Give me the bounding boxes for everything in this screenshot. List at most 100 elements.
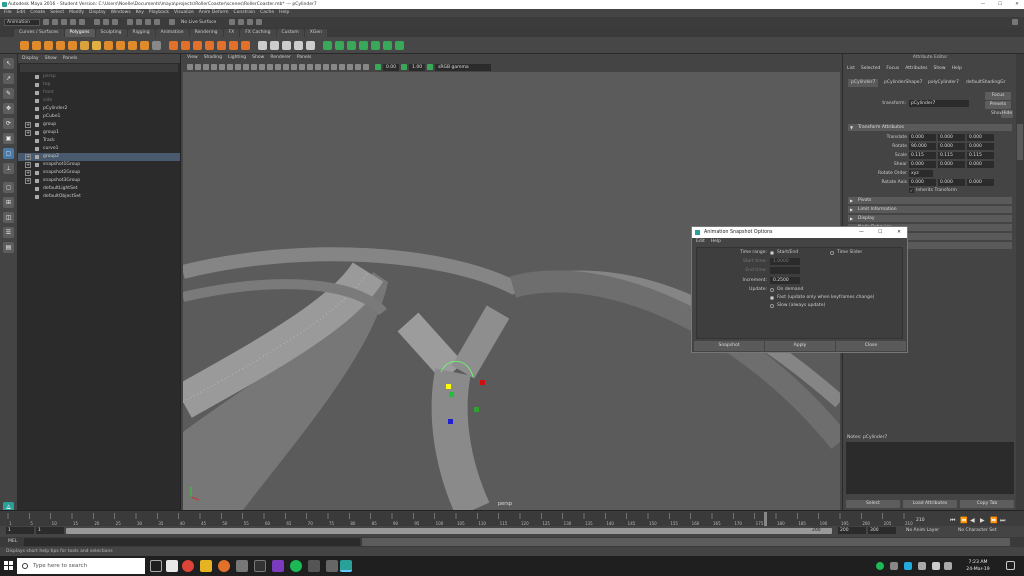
range-slider-bar[interactable] (66, 528, 832, 534)
render-settings-icon[interactable] (247, 19, 254, 25)
shelf-tool-icon[interactable] (371, 40, 380, 50)
character-set-select[interactable]: No Character Set (958, 527, 997, 535)
pen-tool-icon[interactable] (236, 560, 248, 572)
menu-file[interactable]: File (4, 9, 12, 17)
snap-curve-icon[interactable] (136, 19, 142, 25)
isolate-select-icon[interactable] (339, 64, 345, 70)
shelf-tool-icon[interactable] (140, 40, 149, 50)
safe-action-icon[interactable] (259, 64, 265, 70)
select-object-icon[interactable] (103, 19, 109, 25)
camera-select-icon[interactable] (187, 64, 193, 70)
ae-value-field[interactable]: 0.115 (967, 152, 994, 159)
shelf-tool-icon[interactable] (241, 40, 250, 50)
rotate-axis-field[interactable]: 0.000 (967, 179, 994, 186)
outliner-search-field[interactable] (20, 64, 178, 72)
minimize-button[interactable]: — (976, 0, 990, 9)
menu-help[interactable]: Help (279, 9, 289, 17)
gate-mask-icon[interactable] (243, 64, 249, 70)
scale-tool-icon[interactable]: ▣ (3, 133, 14, 144)
shelf-tool-icon[interactable] (80, 40, 89, 50)
chrome-icon[interactable] (182, 560, 194, 572)
menu-anim-deform[interactable]: Anim Deform (199, 9, 229, 17)
start-time-field[interactable]: 1 (6, 527, 34, 534)
shelf-tool-icon[interactable] (229, 40, 238, 50)
ae-value-field[interactable]: 0.000 (938, 161, 965, 168)
ae-menu-attributes[interactable]: Attributes (905, 65, 927, 73)
dialog-close-button[interactable]: ✕ (897, 227, 901, 238)
manipulator-red[interactable] (480, 380, 485, 385)
lights-icon[interactable] (299, 64, 305, 70)
focus-button[interactable]: Focus (985, 92, 1011, 100)
xray-icon[interactable] (347, 64, 353, 70)
dialog-menu-help[interactable]: Help (711, 238, 721, 245)
gamma-icon[interactable] (401, 64, 408, 70)
shelf-tool-icon[interactable] (128, 40, 137, 50)
outliner-item[interactable]: + group2 (18, 153, 180, 161)
volume-icon[interactable] (918, 562, 926, 570)
resolution-gate-icon[interactable] (235, 64, 241, 70)
taskbar-search-input[interactable]: Type here to search (17, 558, 145, 574)
shelf-tool-icon[interactable] (294, 40, 303, 50)
xray-joints-icon[interactable] (355, 64, 361, 70)
close-button[interactable]: ✕ (1010, 0, 1024, 9)
shelf-tab-polygons[interactable]: Polygons (64, 29, 95, 37)
shelf-tool-icon[interactable] (270, 40, 279, 50)
time-slider[interactable]: 1 5 10 15 20 25 30 35 40 45 50 55 60 65 70 75 80 85 90 95 10… (0, 510, 1024, 526)
shelf-tool-icon[interactable] (282, 40, 291, 50)
outliner-item[interactable]: persp (18, 73, 180, 81)
ae-section-limit-information[interactable]: Limit Information (848, 206, 1012, 213)
shelf-tool-icon[interactable] (92, 40, 101, 50)
shelf-tool-icon[interactable] (169, 40, 178, 50)
menu-visualize[interactable]: Visualize (174, 9, 194, 17)
outliner-item[interactable]: Track (18, 137, 180, 145)
ae-load-attributes-button[interactable]: Load Attributes (903, 500, 957, 508)
time-range-slider-radio[interactable] (830, 251, 834, 255)
viewport-menu-show[interactable]: Show (252, 54, 264, 62)
rotate-order-select[interactable]: xyz (909, 170, 933, 177)
spotify-icon[interactable] (290, 560, 302, 572)
shelf-tab-animation[interactable]: Animation (155, 29, 189, 37)
ae-value-field[interactable]: 0.000 (938, 143, 965, 150)
playback-control-icon[interactable]: ◀ (970, 517, 975, 524)
update-on-demand-label[interactable]: On demand (777, 287, 803, 292)
shelf-tool-icon[interactable] (68, 40, 77, 50)
grid-toggle-icon[interactable] (219, 64, 225, 70)
ae-value-field[interactable]: 0.000 (967, 134, 994, 141)
shelf-tool-icon[interactable] (383, 40, 392, 50)
update-fast-label[interactable]: Fast (update only when keyframes change) (777, 295, 874, 300)
motion-blur-icon[interactable] (323, 64, 329, 70)
wireframe-on-shaded-icon[interactable] (283, 64, 289, 70)
lasso-tool-icon[interactable]: ↗ (3, 73, 14, 84)
ubuntu-icon[interactable] (218, 560, 230, 572)
xray-components-icon[interactable] (363, 64, 369, 70)
rotate-axis-field[interactable]: 0.000 (938, 179, 965, 186)
save-scene-icon[interactable] (61, 19, 67, 25)
shelf-tool-icon[interactable] (20, 40, 29, 50)
shelf-tool-icon[interactable] (395, 40, 404, 50)
graph-layout-icon[interactable]: ▤ (3, 242, 14, 253)
transform-attributes-section[interactable]: Transform Attributes (848, 124, 1012, 131)
shelf-tab-xgen[interactable]: XGen (304, 29, 327, 37)
snap-grid-icon[interactable] (127, 19, 133, 25)
sign-in-icon[interactable] (1012, 19, 1018, 25)
menu-constrain[interactable]: Constrain (234, 9, 256, 17)
playback-control-icon[interactable]: ⏩ (990, 516, 998, 524)
shelf-tool-icon[interactable] (104, 40, 113, 50)
end-time-field[interactable]: 300 (868, 527, 896, 534)
shelf-tab-sculpting[interactable]: Sculpting (95, 29, 127, 37)
ae-value-field[interactable]: 0.000 (967, 143, 994, 150)
smooth-shade-icon[interactable] (275, 64, 281, 70)
attribute-editor-side-tab[interactable] (1017, 124, 1023, 160)
script-language-toggle[interactable]: MEL (8, 538, 17, 546)
wireframe-icon[interactable] (267, 64, 273, 70)
network-tray-icon[interactable] (890, 562, 898, 570)
new-scene-icon[interactable] (43, 19, 49, 25)
current-time-marker[interactable] (764, 512, 767, 526)
ae-menu-show[interactable]: Show (933, 65, 945, 73)
outliner-item[interactable]: + snapshot1Group (18, 161, 180, 169)
shelf-tab-fx[interactable]: FX (223, 29, 240, 37)
maya-taskbar-icon[interactable] (340, 560, 352, 572)
time-range-start-end-label[interactable]: Start/End (777, 250, 798, 255)
time-slider-ruler[interactable]: 1 5 10 15 20 25 30 35 40 45 50 55 60 65 70 75 80 85 90 95 10… (0, 511, 1024, 527)
ae-value-field[interactable]: 0.000 (938, 134, 965, 141)
